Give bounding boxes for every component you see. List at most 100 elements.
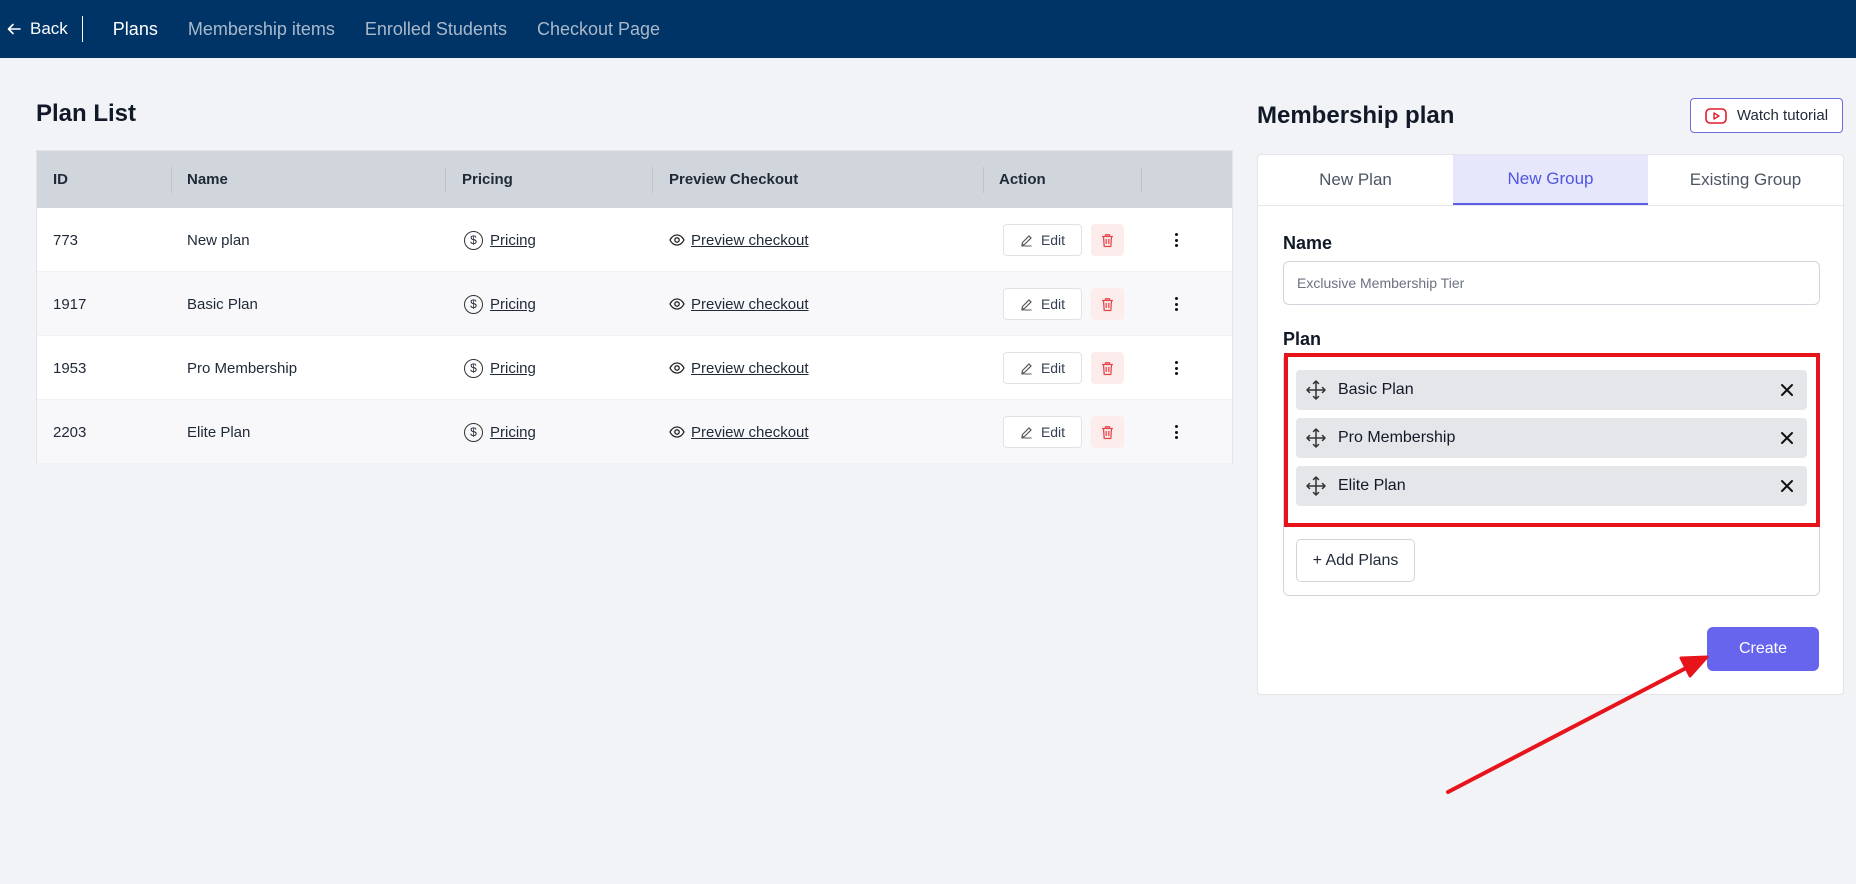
cell-name: Basic Plan (187, 295, 258, 313)
pricing-link[interactable]: Pricing (490, 296, 536, 313)
more-vertical-icon[interactable] (1166, 288, 1186, 320)
preview-cell: Preview checkout (669, 208, 809, 272)
delete-button[interactable] (1091, 352, 1124, 384)
cell-name: New plan (187, 231, 250, 249)
pricing-cell: $ Pricing (464, 208, 536, 272)
cell-id: 1917 (53, 295, 87, 313)
column-divider (652, 167, 653, 193)
eye-icon (669, 298, 685, 310)
action-cell: Edit (1003, 336, 1124, 400)
pricing-link[interactable]: Pricing (490, 360, 536, 377)
create-button[interactable]: Create (1707, 627, 1819, 671)
move-icon[interactable] (1306, 380, 1326, 400)
pricing-link[interactable]: Pricing (490, 424, 536, 441)
preview-checkout-link[interactable]: Preview checkout (691, 296, 809, 313)
plan-item-label: Basic Plan (1338, 381, 1414, 398)
delete-button[interactable] (1091, 224, 1124, 256)
edit-label: Edit (1040, 296, 1066, 312)
pencil-icon (1021, 426, 1032, 438)
dollar-circle-icon: $ (464, 422, 483, 442)
delete-button[interactable] (1091, 288, 1124, 320)
back-label: Back (30, 19, 68, 38)
eye-icon (669, 362, 685, 374)
trash-icon (1102, 425, 1113, 439)
preview-checkout-link[interactable]: Preview checkout (691, 360, 809, 377)
back-button[interactable]: Back (0, 16, 83, 42)
plan-item[interactable]: Pro Membership (1296, 418, 1807, 458)
cell-id: 2203 (53, 423, 87, 441)
pricing-cell: $ Pricing (464, 336, 536, 400)
tab-enrolled-students[interactable]: Enrolled Students (365, 19, 507, 40)
column-header-action: Action (999, 171, 1046, 188)
tab-plans[interactable]: Plans (113, 19, 158, 40)
eye-icon (669, 426, 685, 438)
edit-button[interactable]: Edit (1003, 352, 1082, 384)
table-row: 2203 Elite Plan $ Pricing Preview checko… (37, 400, 1232, 464)
pricing-link[interactable]: Pricing (490, 232, 536, 249)
action-cell: Edit (1003, 208, 1124, 272)
trash-icon (1102, 361, 1113, 375)
plan-item[interactable]: Basic Plan (1296, 370, 1807, 410)
column-divider (445, 167, 446, 193)
more-cell (1166, 400, 1186, 464)
preview-checkout-link[interactable]: Preview checkout (691, 232, 809, 249)
more-cell (1166, 208, 1186, 272)
column-divider (983, 167, 984, 193)
youtube-icon (1705, 107, 1727, 124)
pricing-cell: $ Pricing (464, 400, 536, 464)
tab-membership-items[interactable]: Membership items (188, 19, 335, 40)
column-header-pricing: Pricing (462, 171, 513, 188)
edit-button[interactable]: Edit (1003, 416, 1082, 448)
close-icon[interactable] (1777, 428, 1797, 448)
more-cell (1166, 272, 1186, 336)
tab-existing-group[interactable]: Existing Group (1648, 155, 1843, 205)
plan-item-label: Pro Membership (1338, 429, 1456, 446)
plan-item[interactable]: Elite Plan (1296, 466, 1807, 506)
table-row: 1917 Basic Plan $ Pricing Preview checko… (37, 272, 1232, 336)
action-cell: Edit (1003, 400, 1124, 464)
pencil-icon (1021, 362, 1032, 374)
watch-tutorial-label: Watch tutorial (1736, 107, 1829, 124)
trash-icon (1102, 297, 1113, 311)
preview-cell: Preview checkout (669, 400, 809, 464)
tab-new-group[interactable]: New Group (1453, 155, 1648, 205)
table-header: ID Name Pricing Preview Checkout Action (37, 151, 1232, 208)
table-row: 1953 Pro Membership $ Pricing Preview ch… (37, 336, 1232, 400)
membership-plan-card: New Plan New Group Existing Group Name P… (1257, 154, 1844, 695)
eye-icon (669, 234, 685, 246)
edit-button[interactable]: Edit (1003, 224, 1082, 256)
more-cell (1166, 336, 1186, 400)
cell-name: Elite Plan (187, 423, 251, 441)
edit-label: Edit (1040, 232, 1066, 248)
edit-label: Edit (1040, 360, 1066, 376)
move-icon[interactable] (1306, 476, 1326, 496)
column-divider (171, 167, 172, 193)
column-header-id: ID (53, 171, 68, 188)
watch-tutorial-button[interactable]: Watch tutorial (1690, 98, 1843, 133)
move-icon[interactable] (1306, 428, 1326, 448)
delete-button[interactable] (1091, 416, 1124, 448)
close-icon[interactable] (1777, 380, 1797, 400)
table-row: 773 New plan $ Pricing Preview checkout … (37, 208, 1232, 272)
dollar-circle-icon: $ (464, 230, 483, 250)
edit-button[interactable]: Edit (1003, 288, 1082, 320)
preview-cell: Preview checkout (669, 336, 809, 400)
group-name-input[interactable] (1283, 261, 1820, 305)
more-vertical-icon[interactable] (1166, 352, 1186, 384)
plan-list-box: Basic Plan Pro Membership Elite Plan + A… (1283, 353, 1820, 596)
column-header-name: Name (187, 171, 228, 188)
pencil-icon (1021, 298, 1032, 310)
arrow-left-icon (7, 23, 21, 35)
dollar-circle-icon: $ (464, 294, 483, 314)
preview-checkout-link[interactable]: Preview checkout (691, 424, 809, 441)
cell-id: 773 (53, 231, 79, 249)
tab-checkout-page[interactable]: Checkout Page (537, 19, 660, 40)
more-vertical-icon[interactable] (1166, 224, 1186, 256)
more-vertical-icon[interactable] (1166, 416, 1186, 448)
plan-label: Plan (1283, 329, 1322, 349)
membership-plan-title: Membership plan (1257, 102, 1455, 129)
close-icon[interactable] (1777, 476, 1797, 496)
tab-new-plan[interactable]: New Plan (1258, 155, 1453, 205)
trash-icon (1102, 233, 1113, 247)
add-plans-button[interactable]: + Add Plans (1296, 539, 1415, 582)
